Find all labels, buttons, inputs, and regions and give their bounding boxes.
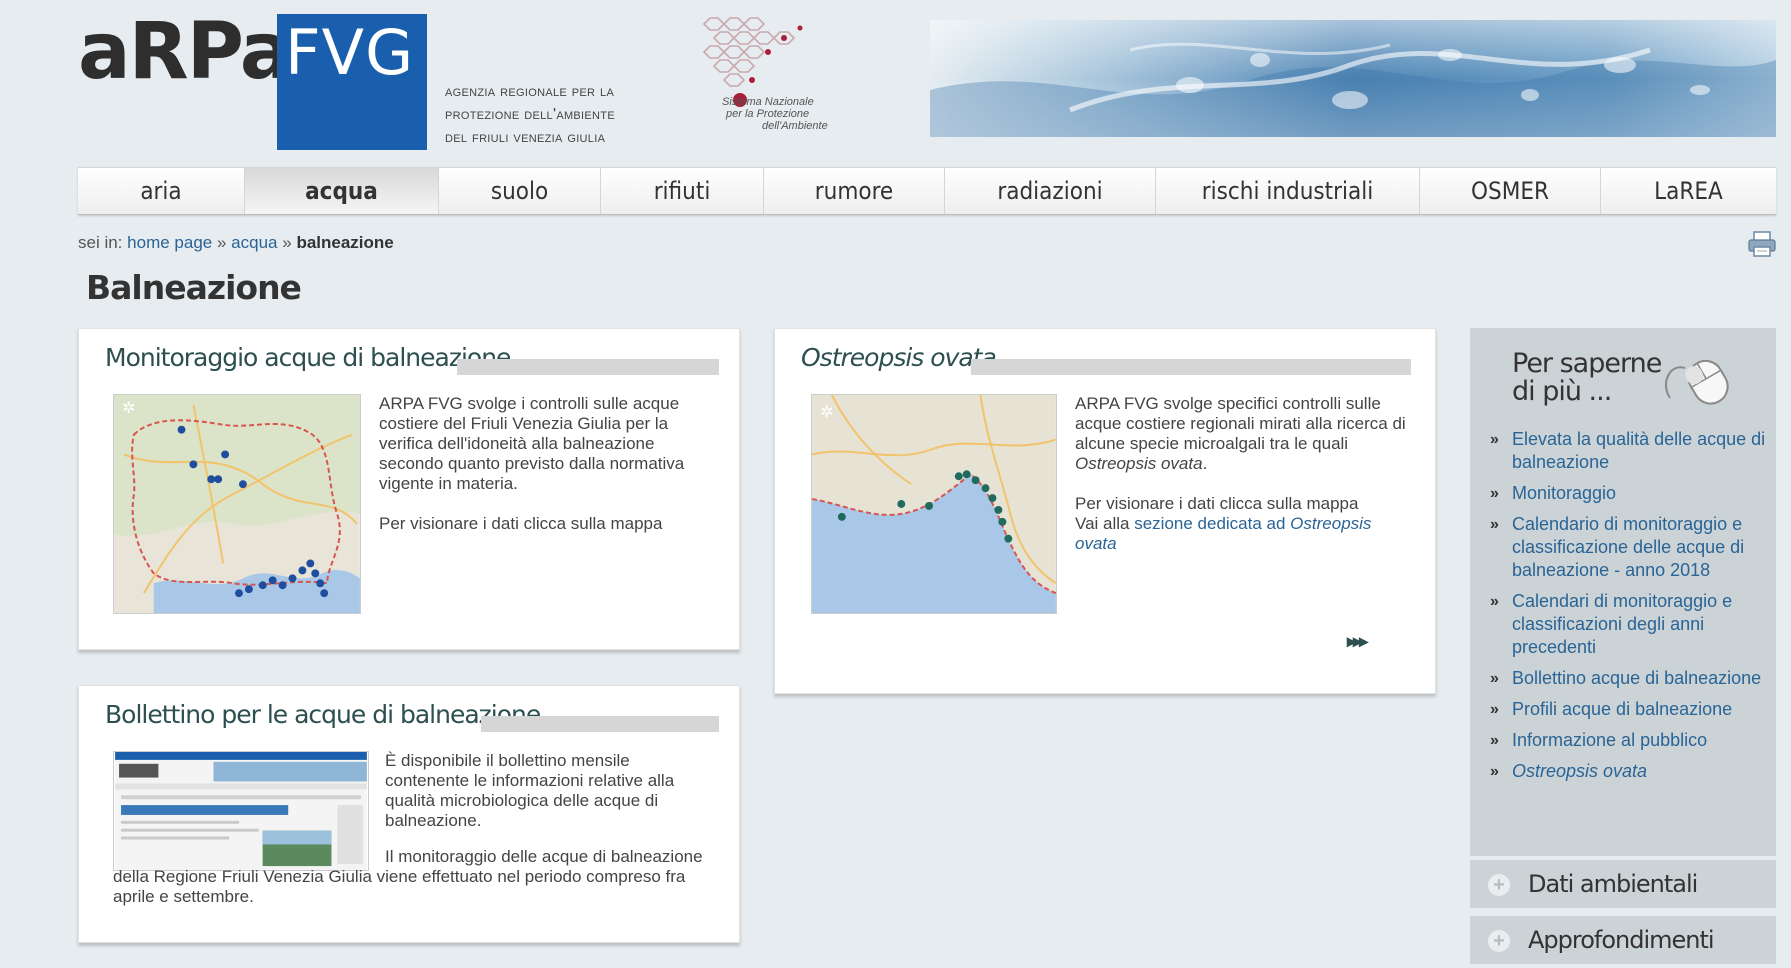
sidebar-link-monitoraggio[interactable]: » Monitoraggio xyxy=(1490,482,1770,505)
agency-line-1: agenzia regionale per la xyxy=(445,83,615,100)
card-ostreopsis-link-pre: Vai alla xyxy=(1075,514,1135,533)
sidebar-link-ostreopsis[interactable]: » Ostreopsis ovata xyxy=(1490,760,1770,783)
bullet-icon: » xyxy=(1490,763,1499,780)
card-ostreopsis-text-em: Ostreopsis ovata xyxy=(1075,454,1203,473)
sidebar-link-label[interactable]: Monitoraggio xyxy=(1512,483,1616,503)
agency-name: agenzia regionale per la protezione dell… xyxy=(445,80,615,149)
fvg-monitoring-map[interactable]: ✲ xyxy=(113,394,361,614)
water-banner-image xyxy=(930,20,1776,137)
sidebar-section-label[interactable]: Approfondimenti xyxy=(1528,926,1715,954)
sidebar-link-label[interactable]: Calendario di monitoraggio e classificaz… xyxy=(1512,514,1744,580)
snpa-line-1: Sistema Nazionale xyxy=(722,96,814,108)
nav-item-suolo[interactable]: suolo xyxy=(439,168,601,214)
sidebar-link-calendario-2018[interactable]: » Calendario di monitoraggio e classifica… xyxy=(1490,513,1770,582)
plus-icon[interactable]: + xyxy=(1488,874,1510,896)
snpa-line-2: per la Protezione xyxy=(726,108,810,120)
plus-icon[interactable]: + xyxy=(1488,930,1510,952)
card-ostreopsis-text: ARPA FVG svolge specifici controlli sull… xyxy=(1075,394,1415,574)
nav-item-rifiuti[interactable]: rifiuti xyxy=(601,168,764,214)
bullet-icon: » xyxy=(1490,701,1499,718)
sidebar-link-elevata-qualita[interactable]: » Elevata la qualità delle acque di balne… xyxy=(1490,428,1770,474)
bullet-icon: » xyxy=(1490,593,1499,610)
nav-item-radiazioni[interactable]: radiazioni xyxy=(945,168,1156,214)
bullet-icon: » xyxy=(1490,732,1499,749)
arpa-logo-text[interactable]: aRPa xyxy=(78,10,292,94)
breadcrumb-current: balneazione xyxy=(296,233,394,252)
nav-item-acqua[interactable]: acqua xyxy=(245,168,439,214)
title-bar-decoration xyxy=(457,359,719,375)
card-monitoraggio-cta: Per visionare i dati clicca sulla mappa xyxy=(379,514,663,533)
sidebar-link-label[interactable]: Ostreopsis ovata xyxy=(1512,761,1647,781)
ostreopsis-section-link-text[interactable]: sezione dedicata ad xyxy=(1134,514,1290,533)
card-ostreopsis-cta-block: Per visionare i dati clicca sulla mappa … xyxy=(1075,494,1415,554)
card-bollettino-title[interactable]: Bollettino per le acque di balneazione xyxy=(105,700,541,729)
snpa-line-3: dell'Ambiente xyxy=(762,120,828,132)
bullet-icon: » xyxy=(1490,670,1499,687)
breadcrumb-home-link[interactable]: home page xyxy=(127,233,212,252)
card-ostreopsis-text-post: . xyxy=(1202,454,1208,473)
breadcrumb-prefix: sei in: xyxy=(78,233,123,252)
card-bollettino-text-1: È disponibile il bollettino mensile cont… xyxy=(385,751,675,830)
card-monitoraggio-text: ARPA FVG svolge i controlli sulle acque … xyxy=(379,394,719,554)
card-bollettino-text-2-wrap: Il monitoraggio delle acque di balneazio… xyxy=(113,847,723,907)
nav-item-rumore[interactable]: rumore xyxy=(764,168,945,214)
breadcrumb: sei in: home page » acqua » balneazione xyxy=(78,233,394,253)
sidebar-link-label[interactable]: Informazione al pubblico xyxy=(1512,730,1707,750)
sidebar-link-label[interactable]: Elevata la qualità delle acque di balnea… xyxy=(1512,429,1765,472)
sidebar-link-profili[interactable]: » Profili acque di balneazione xyxy=(1490,698,1770,721)
sidebar-per-saperne: Per saperne di più ... » Elevata la quali… xyxy=(1470,328,1776,858)
breadcrumb-separator: » xyxy=(216,233,227,252)
bullet-icon: » xyxy=(1490,431,1499,448)
card-ostreopsis-text-pre: ARPA FVG svolge specifici controlli sull… xyxy=(1075,394,1406,453)
snpa-label: Sistema Nazionale per la Protezione dell… xyxy=(722,96,828,132)
card-ostreopsis-cta: Per visionare i dati clicca sulla mappa xyxy=(1075,494,1359,513)
more-arrows-icon[interactable]: ▸▸▸ xyxy=(1347,631,1368,652)
breadcrumb-separator: » xyxy=(282,233,292,252)
sidebar-link-label[interactable]: Calendari di monitoraggio e classificazi… xyxy=(1512,591,1732,657)
sidebar-link-calendari-precedenti[interactable]: » Calendari di monitoraggio e classificaz… xyxy=(1490,590,1770,659)
main-nav: aria acqua suolo rifiuti rumore radiazio… xyxy=(78,167,1776,215)
sidebar-link-label[interactable]: Profili acque di balneazione xyxy=(1512,699,1732,719)
card-ostreopsis: Ostreopsis ovata ✲ ARPA FVG svolge speci… xyxy=(774,328,1436,694)
breadcrumb-acqua-link[interactable]: acqua xyxy=(231,233,277,252)
sidebar-links: » Elevata la qualità delle acque di balne… xyxy=(1490,428,1770,791)
sidebar-title: Per saperne di più ... xyxy=(1512,348,1662,407)
ostreopsis-monitoring-map[interactable]: ✲ xyxy=(811,394,1057,614)
nav-item-larea[interactable]: LaREA xyxy=(1601,168,1776,214)
svg-text:✲: ✲ xyxy=(820,404,833,421)
title-bar-decoration xyxy=(971,359,1411,375)
sidebar-section-dati-ambientali[interactable]: + Dati ambientali xyxy=(1470,856,1776,908)
sidebar-section-label[interactable]: Dati ambientali xyxy=(1528,870,1698,898)
fvg-logo-box[interactable]: FVG xyxy=(277,14,427,150)
title-bar-decoration xyxy=(481,716,719,732)
page: aRPa FVG agenzia regionale per la protez… xyxy=(0,0,1791,968)
card-bollettino-text: È disponibile il bollettino mensile cont… xyxy=(385,751,715,837)
card-ostreopsis-description: ARPA FVG svolge specifici controlli sull… xyxy=(1075,394,1415,474)
page-title: Balneazione xyxy=(86,268,302,307)
mouse-icon xyxy=(1665,359,1729,405)
sidebar-link-informazione[interactable]: » Informazione al pubblico xyxy=(1490,729,1770,752)
sidebar-section-approfondimenti[interactable]: + Approfondimenti xyxy=(1470,912,1776,964)
bullet-icon: » xyxy=(1490,516,1499,533)
card-monitoraggio-title[interactable]: Monitoraggio acque di balneazione xyxy=(105,343,511,372)
agency-line-2: protezione dell'ambiente xyxy=(445,106,615,123)
sidebar-title-line-1: Per saperne xyxy=(1512,348,1662,379)
card-monitoraggio: Monitoraggio acque di balneazione ✲ ARPA… xyxy=(78,328,740,650)
card-bollettino: Bollettino per le acque di balneazione È… xyxy=(78,685,740,943)
print-icon[interactable] xyxy=(1747,230,1777,258)
nav-item-aria[interactable]: aria xyxy=(78,168,245,214)
sidebar-link-bollettino[interactable]: » Bollettino acque di balneazione xyxy=(1490,667,1770,690)
svg-text:✲: ✲ xyxy=(122,400,135,417)
bullet-icon: » xyxy=(1490,485,1499,502)
sidebar-title-line-2: di più ... xyxy=(1512,376,1612,407)
sidebar-link-label[interactable]: Bollettino acque di balneazione xyxy=(1512,668,1761,688)
agency-line-3: del friuli venezia giulia xyxy=(445,129,606,146)
card-ostreopsis-title[interactable]: Ostreopsis ovata xyxy=(801,343,997,372)
nav-item-osmer[interactable]: OSMER xyxy=(1420,168,1601,214)
card-monitoraggio-description: ARPA FVG svolge i controlli sulle acque … xyxy=(379,394,685,493)
nav-item-rischi-industriali[interactable]: rischi industriali xyxy=(1156,168,1420,214)
card-bollettino-text-2: Il monitoraggio delle acque di balneazio… xyxy=(113,847,703,906)
